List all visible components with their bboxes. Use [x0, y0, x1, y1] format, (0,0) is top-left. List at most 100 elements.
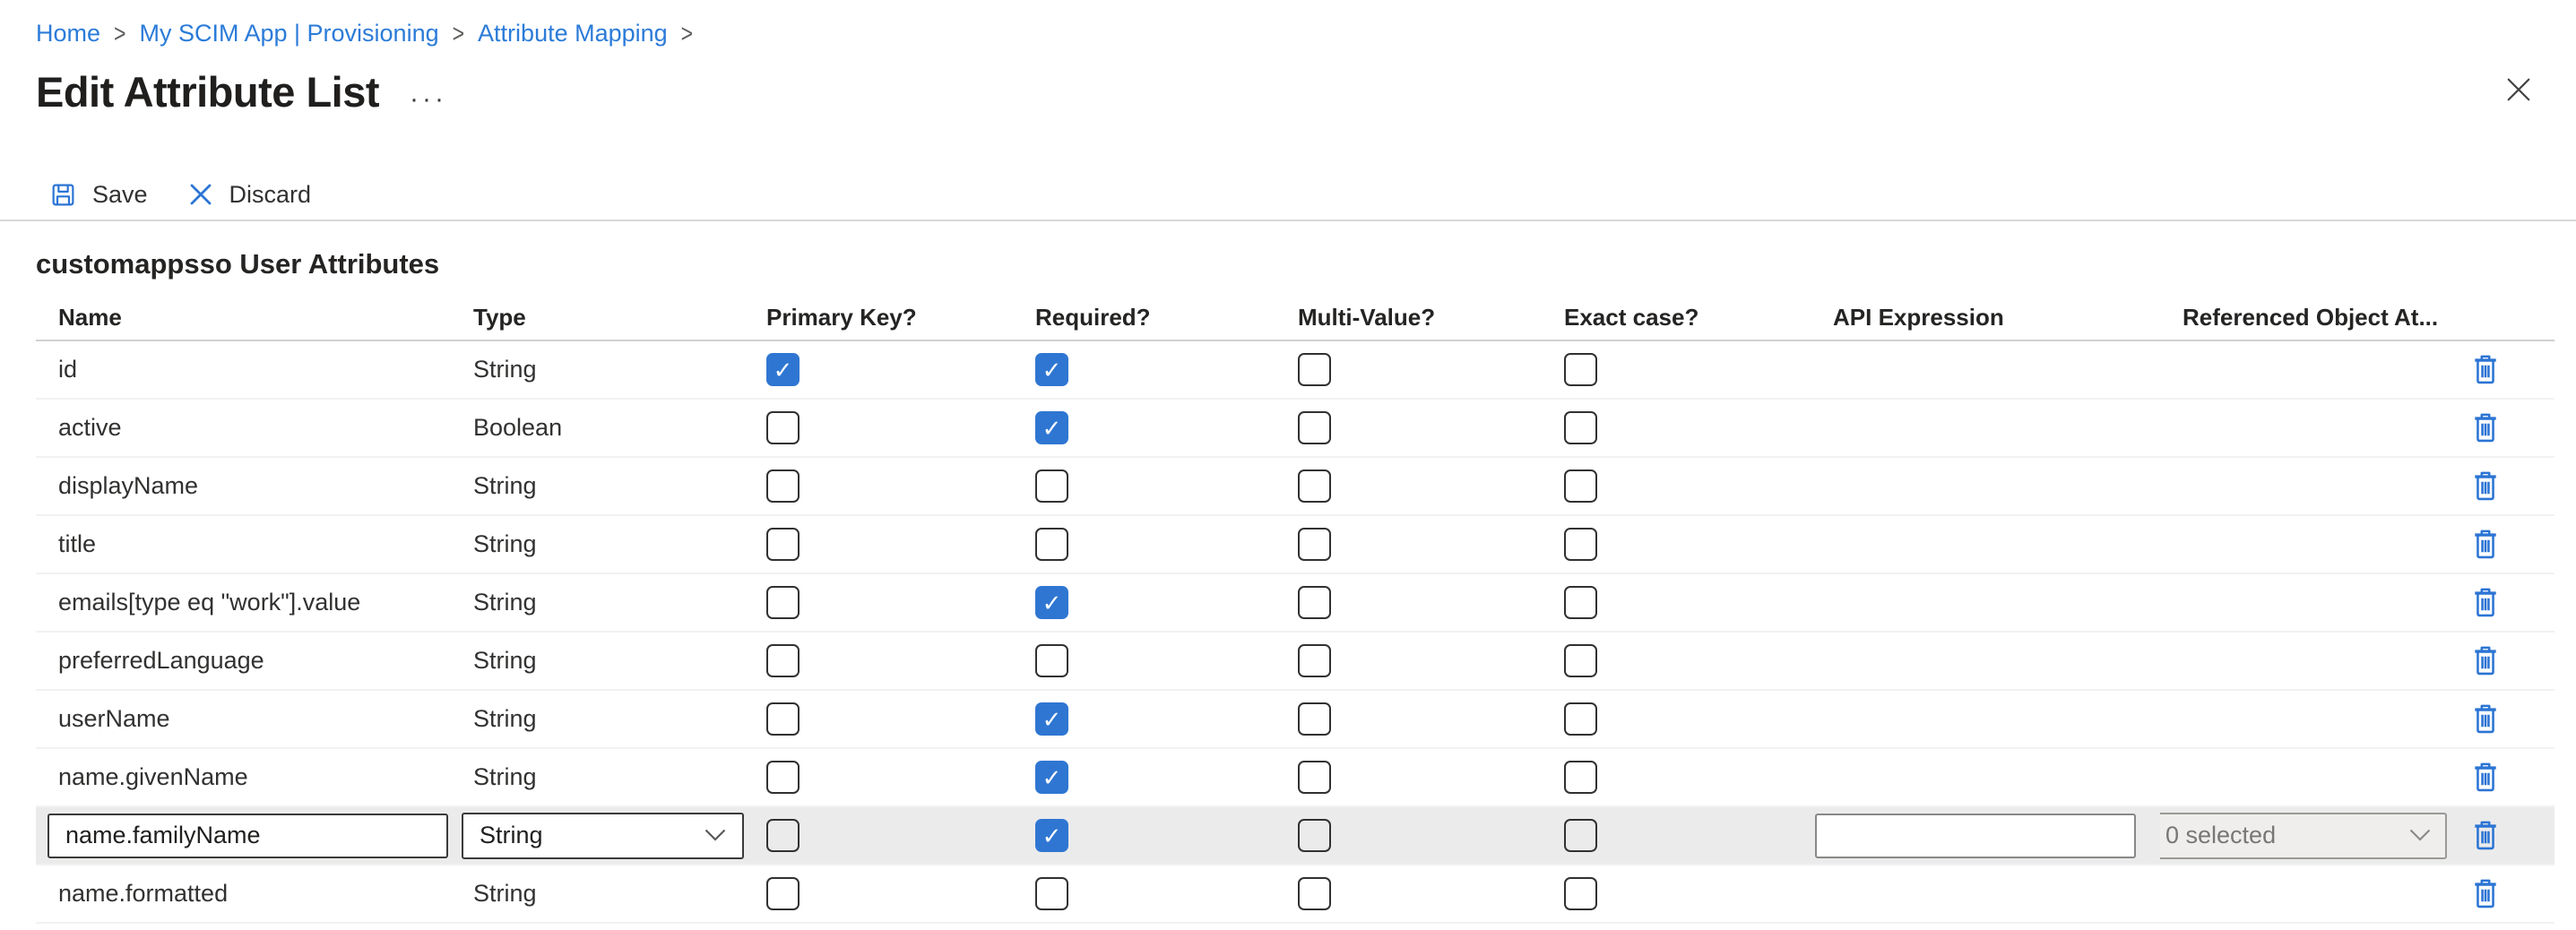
referenced-object-select[interactable]: 0 selected — [2160, 813, 2447, 859]
trash-icon — [2469, 819, 2502, 853]
delete-attribute-button[interactable] — [2469, 819, 2502, 853]
multi-value-checkbox[interactable]: ✓ — [1298, 411, 1331, 444]
exact-case-checkbox[interactable]: ✓ — [1564, 819, 1597, 852]
trash-icon — [2469, 353, 2502, 387]
multi-value-checkbox[interactable]: ✓ — [1298, 528, 1331, 561]
column-header-primary-key: Primary Key? — [744, 295, 1013, 340]
api-expression-input[interactable] — [1815, 814, 2136, 858]
attribute-type: String — [473, 589, 537, 616]
discard-button[interactable]: Discard — [187, 181, 312, 209]
required-checkbox[interactable]: ✓ — [1035, 469, 1068, 503]
primary-key-checkbox[interactable]: ✓ — [766, 353, 800, 386]
attribute-type-select[interactable]: String — [462, 813, 744, 859]
exact-case-checkbox[interactable]: ✓ — [1564, 877, 1597, 910]
primary-key-checkbox[interactable]: ✓ — [766, 528, 800, 561]
save-label: Save — [92, 181, 148, 209]
attribute-table: Name Type Primary Key? Required? Multi-V… — [36, 295, 2554, 924]
breadcrumb-attribute-mapping-link[interactable]: Attribute Mapping — [478, 20, 668, 47]
more-options-button[interactable]: ··· — [410, 95, 447, 104]
table-row: id String ✓ ✓ ✓ ✓ — [36, 341, 2554, 400]
attribute-type: String — [473, 356, 537, 383]
attribute-name: preferredLanguage — [58, 647, 264, 675]
delete-attribute-button[interactable] — [2469, 761, 2502, 795]
discard-label: Discard — [229, 181, 312, 209]
exact-case-checkbox[interactable]: ✓ — [1564, 353, 1597, 386]
required-checkbox[interactable]: ✓ — [1035, 819, 1068, 852]
check-icon: ✓ — [1042, 766, 1062, 789]
chevron-down-icon — [705, 829, 726, 842]
trash-icon — [2469, 644, 2502, 678]
type-select-value: String — [480, 822, 543, 849]
column-header-exact-case: Exact case? — [1542, 295, 1811, 340]
primary-key-checkbox[interactable]: ✓ — [766, 411, 800, 444]
column-header-required: Required? — [1013, 295, 1275, 340]
exact-case-checkbox[interactable]: ✓ — [1564, 702, 1597, 736]
attribute-name: title — [58, 530, 96, 558]
multi-value-checkbox[interactable]: ✓ — [1298, 819, 1331, 852]
required-checkbox[interactable]: ✓ — [1035, 644, 1068, 677]
multi-value-checkbox[interactable]: ✓ — [1298, 877, 1331, 910]
column-header-referenced-object: Referenced Object At... — [2160, 295, 2447, 340]
breadcrumb: Home > My SCIM App | Provisioning > Attr… — [0, 0, 2576, 47]
primary-key-checkbox[interactable]: ✓ — [766, 469, 800, 503]
discard-x-icon — [187, 181, 214, 208]
exact-case-checkbox[interactable]: ✓ — [1564, 761, 1597, 794]
column-header-actions — [2447, 295, 2554, 340]
attribute-name: active — [58, 414, 122, 442]
table-row: name.givenName String ✓ ✓ ✓ ✓ — [36, 749, 2554, 807]
exact-case-checkbox[interactable]: ✓ — [1564, 469, 1597, 503]
breadcrumb-separator: > — [114, 19, 125, 49]
primary-key-checkbox[interactable]: ✓ — [766, 702, 800, 736]
multi-value-checkbox[interactable]: ✓ — [1298, 702, 1331, 736]
delete-attribute-button[interactable] — [2469, 702, 2502, 736]
exact-case-checkbox[interactable]: ✓ — [1564, 528, 1597, 561]
primary-key-checkbox[interactable]: ✓ — [766, 877, 800, 910]
trash-icon — [2469, 586, 2502, 620]
breadcrumb-separator: > — [681, 19, 693, 49]
table-header-row: Name Type Primary Key? Required? Multi-V… — [36, 295, 2554, 341]
required-checkbox[interactable]: ✓ — [1035, 353, 1068, 386]
exact-case-checkbox[interactable]: ✓ — [1564, 644, 1597, 677]
multi-value-checkbox[interactable]: ✓ — [1298, 353, 1331, 386]
delete-attribute-button[interactable] — [2469, 644, 2502, 678]
required-checkbox[interactable]: ✓ — [1035, 411, 1068, 444]
multi-value-checkbox[interactable]: ✓ — [1298, 469, 1331, 503]
required-checkbox[interactable]: ✓ — [1035, 586, 1068, 619]
multi-value-checkbox[interactable]: ✓ — [1298, 586, 1331, 619]
exact-case-checkbox[interactable]: ✓ — [1564, 586, 1597, 619]
attribute-name: name.formatted — [58, 880, 228, 908]
delete-attribute-button[interactable] — [2469, 353, 2502, 387]
required-checkbox[interactable]: ✓ — [1035, 761, 1068, 794]
primary-key-checkbox[interactable]: ✓ — [766, 644, 800, 677]
delete-attribute-button[interactable] — [2469, 877, 2502, 911]
table-row: displayName String ✓ ✓ ✓ ✓ — [36, 458, 2554, 516]
trash-icon — [2469, 528, 2502, 562]
save-button[interactable]: Save — [49, 181, 148, 209]
required-checkbox[interactable]: ✓ — [1035, 702, 1068, 736]
delete-attribute-button[interactable] — [2469, 586, 2502, 620]
breadcrumb-home-link[interactable]: Home — [36, 20, 100, 47]
check-icon: ✓ — [774, 358, 793, 382]
table-row: String ✓ ✓ ✓ ✓ 0 selected — [36, 807, 2554, 865]
table-row: preferredLanguage String ✓ ✓ ✓ ✓ — [36, 633, 2554, 691]
command-bar: Save Discard — [0, 169, 2576, 221]
primary-key-checkbox[interactable]: ✓ — [766, 586, 800, 619]
required-checkbox[interactable]: ✓ — [1035, 528, 1068, 561]
close-panel-button[interactable] — [2503, 73, 2535, 108]
exact-case-checkbox[interactable]: ✓ — [1564, 411, 1597, 444]
primary-key-checkbox[interactable]: ✓ — [766, 819, 800, 852]
delete-attribute-button[interactable] — [2469, 528, 2502, 562]
trash-icon — [2469, 761, 2502, 795]
delete-attribute-button[interactable] — [2469, 469, 2502, 504]
multi-value-checkbox[interactable]: ✓ — [1298, 644, 1331, 677]
delete-attribute-button[interactable] — [2469, 411, 2502, 445]
panel-header: Edit Attribute List ··· — [36, 65, 2576, 117]
multi-value-checkbox[interactable]: ✓ — [1298, 761, 1331, 794]
table-row: name.formatted String ✓ ✓ ✓ ✓ — [36, 865, 2554, 924]
table-row: title String ✓ ✓ ✓ ✓ — [36, 516, 2554, 574]
primary-key-checkbox[interactable]: ✓ — [766, 761, 800, 794]
required-checkbox[interactable]: ✓ — [1035, 877, 1068, 910]
breadcrumb-app-link[interactable]: My SCIM App | Provisioning — [139, 20, 438, 47]
attribute-name: name.givenName — [58, 763, 248, 791]
attribute-name-input[interactable] — [48, 814, 448, 858]
